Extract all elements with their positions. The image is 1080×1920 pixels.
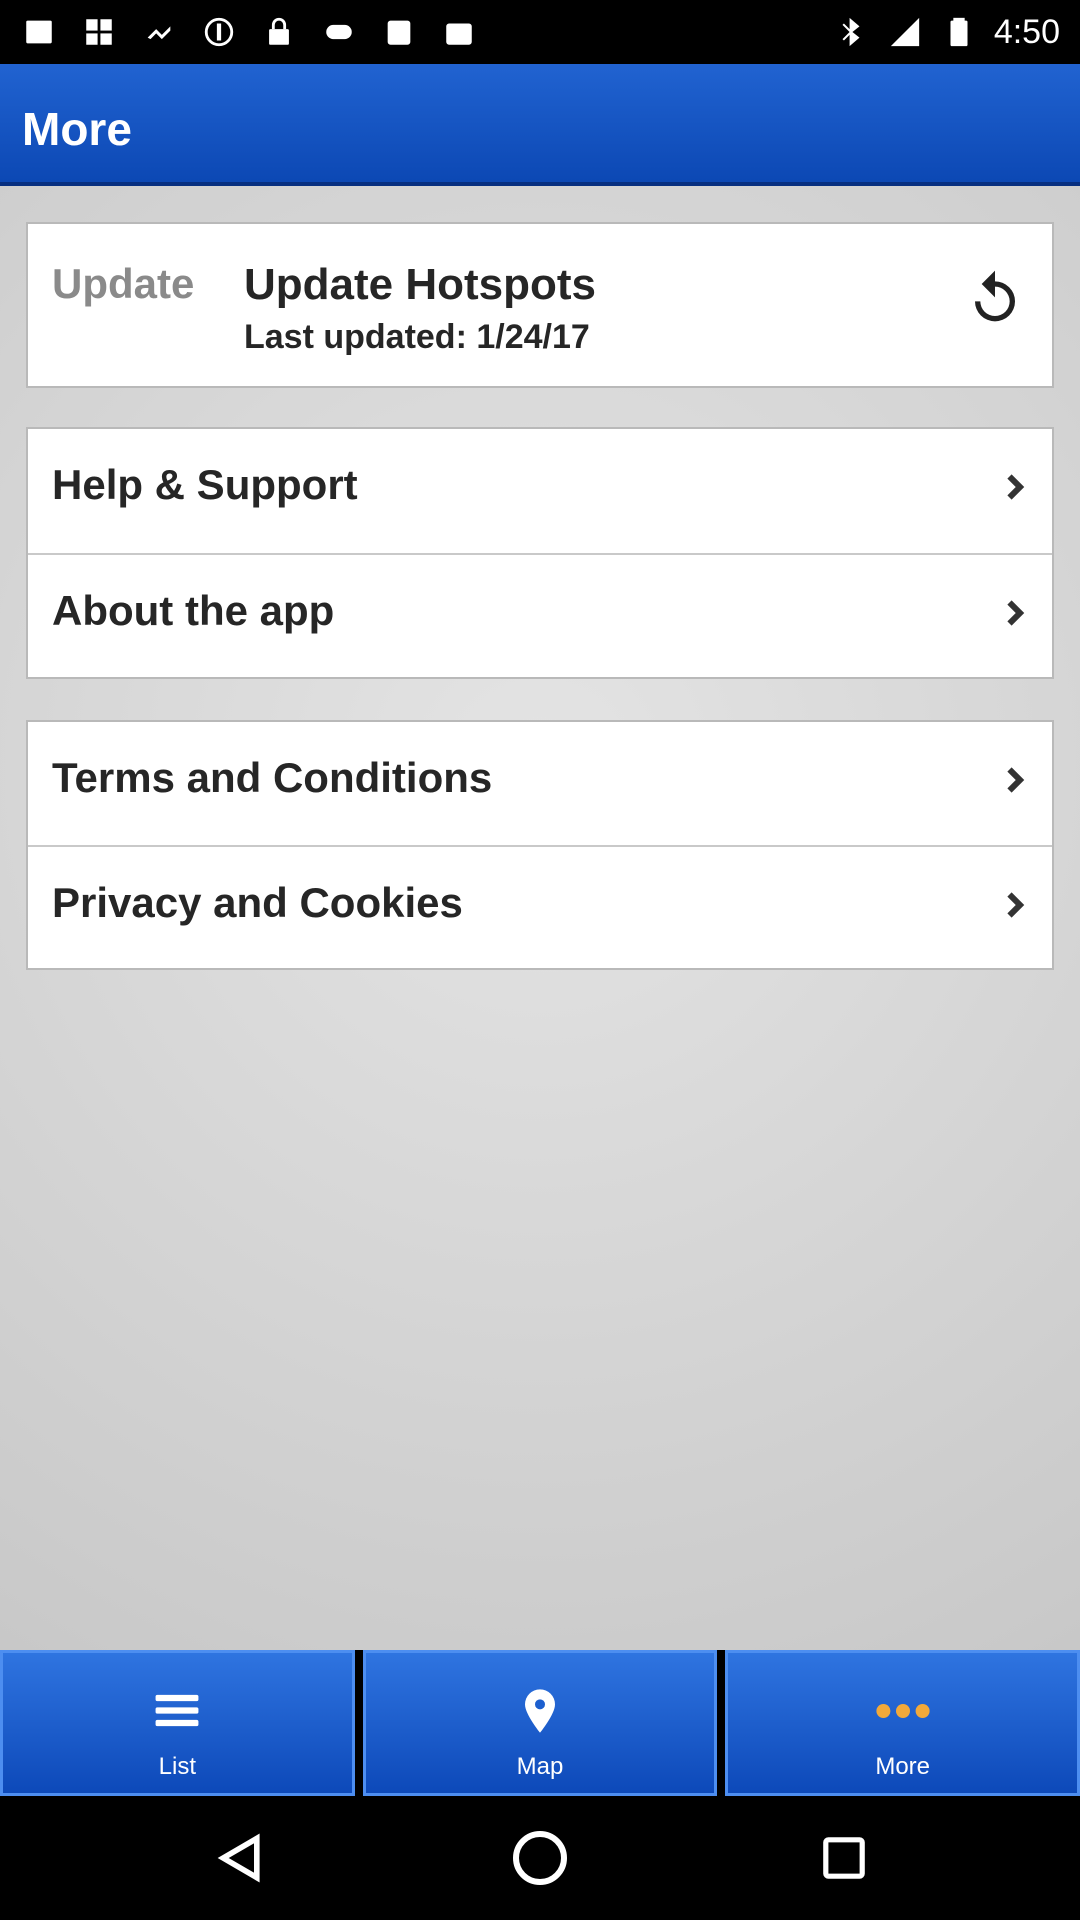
recents-button[interactable] bbox=[804, 1818, 884, 1898]
update-hotspots-card[interactable]: Update Update Hotspots Last updated: 1/2… bbox=[26, 222, 1054, 388]
menu-item-label: Privacy and Cookies bbox=[52, 879, 463, 926]
menu-item-label: About the app bbox=[52, 587, 335, 634]
blocked-icon bbox=[200, 13, 238, 51]
tab-label: More bbox=[875, 1753, 931, 1780]
tab-label: List bbox=[158, 1753, 197, 1780]
notification-icons bbox=[20, 10, 478, 54]
battery-icon bbox=[940, 13, 978, 51]
refresh-button[interactable] bbox=[960, 260, 1030, 340]
tab-list[interactable]: List bbox=[0, 1650, 355, 1796]
support-group: Help & Support About the app bbox=[26, 427, 1054, 679]
refresh-icon bbox=[975, 270, 1015, 322]
clipboard-check-icon bbox=[380, 13, 418, 51]
home-icon bbox=[513, 1831, 567, 1885]
update-label: Update bbox=[52, 260, 195, 307]
signal-icon bbox=[886, 13, 924, 51]
menu-item-label: Terms and Conditions bbox=[52, 754, 493, 801]
app-bar: More bbox=[0, 64, 1080, 186]
content-area: Update Update Hotspots Last updated: 1/2… bbox=[0, 186, 1080, 1650]
system-navigation-bar bbox=[0, 1796, 1080, 1920]
menu-item-privacy[interactable]: Privacy and Cookies bbox=[28, 845, 1052, 969]
photo-icon bbox=[20, 13, 58, 51]
menu-item-about-app[interactable]: About the app bbox=[28, 553, 1052, 677]
update-title: Update Hotspots bbox=[244, 260, 596, 309]
chevron-right-icon bbox=[996, 762, 1032, 798]
lock-icon bbox=[260, 13, 298, 51]
tab-more[interactable]: More bbox=[725, 1650, 1080, 1796]
menu-item-label: Help & Support bbox=[52, 461, 358, 508]
more-dots-icon bbox=[875, 1687, 931, 1735]
status-bar: 4:50 bbox=[0, 0, 1080, 64]
tab-label: Map bbox=[516, 1753, 564, 1780]
last-updated-text: Last updated: 1/24/17 bbox=[244, 318, 590, 356]
list-icon bbox=[149, 1687, 205, 1735]
system-status: 4:50 bbox=[832, 10, 1060, 54]
home-button[interactable] bbox=[500, 1818, 580, 1898]
menu-item-terms[interactable]: Terms and Conditions bbox=[28, 722, 1052, 846]
chevron-right-icon bbox=[996, 887, 1032, 923]
chevron-right-icon bbox=[996, 469, 1032, 505]
bluetooth-icon bbox=[832, 13, 870, 51]
grid-icon bbox=[80, 13, 118, 51]
menu-item-help-support[interactable]: Help & Support bbox=[28, 429, 1052, 553]
chevron-right-icon bbox=[996, 595, 1032, 631]
tab-map[interactable]: Map bbox=[362, 1650, 718, 1796]
back-icon bbox=[217, 1833, 260, 1883]
recents-icon bbox=[823, 1837, 865, 1879]
game-controller-icon bbox=[320, 13, 358, 51]
play-store-icon bbox=[440, 13, 478, 51]
legal-group: Terms and Conditions Privacy and Cookies bbox=[26, 720, 1054, 970]
status-time: 4:50 bbox=[993, 12, 1060, 51]
fake-gps-icon bbox=[140, 13, 178, 51]
bottom-nav: List Map More bbox=[0, 1650, 1080, 1796]
page-title: More bbox=[22, 103, 132, 155]
map-pin-icon bbox=[512, 1687, 568, 1735]
back-button[interactable] bbox=[200, 1818, 280, 1898]
